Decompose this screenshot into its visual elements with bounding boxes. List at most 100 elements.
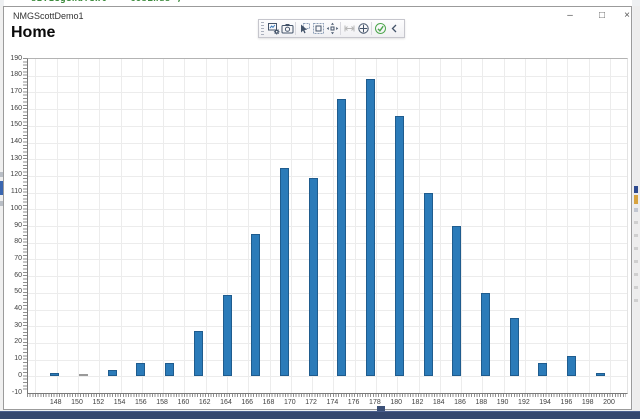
x-axis-tick-label: 194 bbox=[535, 399, 555, 406]
v-gridline bbox=[248, 59, 249, 393]
y-axis-tick-label: 150 bbox=[5, 121, 22, 128]
chart-toolbar bbox=[258, 19, 405, 38]
y-axis-tick-label: 50 bbox=[5, 288, 22, 295]
histogram-bar[interactable] bbox=[424, 193, 433, 377]
histogram-bar[interactable] bbox=[481, 293, 490, 377]
v-gridline bbox=[589, 59, 590, 393]
x-axis-tick-label: 190 bbox=[493, 399, 513, 406]
h-gridline bbox=[28, 176, 627, 177]
x-axis-tick-label: 196 bbox=[556, 399, 576, 406]
v-gridline bbox=[525, 59, 526, 393]
histogram-bar[interactable] bbox=[136, 363, 145, 376]
toolbar-separator bbox=[371, 22, 372, 35]
x-axis-tick-label: 174 bbox=[322, 399, 342, 406]
histogram-bar[interactable] bbox=[538, 363, 547, 376]
h-gridline bbox=[28, 226, 627, 227]
toolbar-grip-handle[interactable] bbox=[261, 22, 264, 35]
background-scroll-annotation bbox=[634, 195, 638, 204]
v-gridline bbox=[291, 59, 292, 393]
zoom-rectangle-icon[interactable] bbox=[311, 21, 325, 36]
toolbar-separator bbox=[295, 22, 296, 35]
background-scroll-annotation bbox=[634, 221, 638, 224]
v-gridline bbox=[99, 59, 100, 393]
v-gridline bbox=[35, 59, 36, 393]
v-gridline bbox=[121, 59, 122, 393]
x-axis-tick-label: 200 bbox=[599, 399, 619, 406]
close-button[interactable]: × bbox=[619, 9, 635, 23]
pan-icon[interactable] bbox=[325, 21, 339, 36]
h-gridline bbox=[28, 76, 627, 77]
y-axis-tick-label: 90 bbox=[5, 222, 22, 229]
background-scroll-annotation bbox=[634, 186, 638, 193]
histogram-bar[interactable] bbox=[309, 178, 318, 377]
x-axis-tick-label: 164 bbox=[216, 399, 236, 406]
h-gridline bbox=[28, 293, 627, 294]
x-axis-tick-label: 176 bbox=[344, 399, 364, 406]
collapse-chevron-icon[interactable] bbox=[387, 21, 401, 36]
h-gridline bbox=[28, 126, 627, 127]
v-gridline bbox=[355, 59, 356, 393]
window-title: NMGScottDemo1 bbox=[13, 11, 84, 21]
background-scroll-annotation bbox=[634, 299, 638, 302]
histogram-bar[interactable] bbox=[194, 331, 203, 376]
y-axis-tick-label: 30 bbox=[5, 322, 22, 329]
maximize-button[interactable]: □ bbox=[594, 9, 610, 23]
histogram-bar[interactable] bbox=[251, 234, 260, 376]
x-axis-tick-label: 166 bbox=[237, 399, 257, 406]
v-gridline bbox=[142, 59, 143, 393]
x-axis-tick-label: 150 bbox=[67, 399, 87, 406]
h-gridline bbox=[28, 343, 627, 344]
apply-check-icon[interactable] bbox=[373, 21, 387, 36]
v-gridline bbox=[184, 59, 185, 393]
v-gridline bbox=[504, 59, 505, 393]
zoom-fit-icon[interactable] bbox=[356, 21, 370, 36]
histogram-bar[interactable] bbox=[596, 373, 605, 376]
histogram-bar[interactable] bbox=[337, 99, 346, 376]
y-axis-tick-label: 60 bbox=[5, 272, 22, 279]
y-axis-tick-label: 40 bbox=[5, 305, 22, 312]
background-scroll-annotation bbox=[634, 260, 638, 263]
camera-icon[interactable] bbox=[280, 21, 294, 36]
x-axis-tick-label: 158 bbox=[152, 399, 172, 406]
v-gridline bbox=[206, 59, 207, 393]
histogram-bar[interactable] bbox=[50, 373, 59, 376]
x-axis-tick-label: 182 bbox=[408, 399, 428, 406]
code-line: s2.LegendText = "Cosinus"; bbox=[31, 0, 182, 4]
histogram-bar[interactable] bbox=[280, 168, 289, 377]
y-axis-tick-label: 120 bbox=[5, 171, 22, 178]
h-gridline bbox=[28, 193, 627, 194]
y-axis-tick-label: 70 bbox=[5, 255, 22, 262]
histogram-bar[interactable] bbox=[223, 295, 232, 377]
y-axis-tick-label: 180 bbox=[5, 71, 22, 78]
minimize-button[interactable]: – bbox=[562, 9, 578, 23]
h-gridline bbox=[28, 376, 627, 377]
background-scroll-annotation bbox=[634, 286, 638, 289]
histogram-bar[interactable] bbox=[108, 370, 117, 377]
y-axis-tick-label: 190 bbox=[5, 55, 22, 62]
x-axis-tick-label: 172 bbox=[301, 399, 321, 406]
histogram-bar[interactable] bbox=[510, 318, 519, 376]
v-gridline bbox=[376, 59, 377, 393]
h-gridline bbox=[28, 92, 627, 93]
y-axis-tick-label: 160 bbox=[5, 105, 22, 112]
x-axis-tick-label: 160 bbox=[173, 399, 193, 406]
histogram-bar[interactable] bbox=[452, 226, 461, 376]
histogram-bar[interactable] bbox=[395, 116, 404, 377]
v-gridline bbox=[57, 59, 58, 393]
page-title: Home bbox=[11, 24, 55, 42]
v-gridline bbox=[440, 59, 441, 393]
h-gridline bbox=[28, 360, 627, 361]
background-scroll-annotation bbox=[634, 273, 638, 276]
histogram-bar[interactable] bbox=[165, 363, 174, 376]
x-axis-tick-label: 192 bbox=[514, 399, 534, 406]
histogram-plot-area[interactable] bbox=[27, 58, 628, 394]
histogram-bar[interactable] bbox=[567, 356, 576, 376]
chart-options-icon[interactable] bbox=[266, 21, 280, 36]
y-axis-tick-label: 0 bbox=[5, 372, 22, 379]
histogram-bar[interactable] bbox=[79, 374, 88, 376]
y-axis-tick-label: -10 bbox=[5, 389, 22, 396]
x-axis-tick-label: 170 bbox=[280, 399, 300, 406]
pointer-select-icon[interactable] bbox=[297, 21, 311, 36]
histogram-bar[interactable] bbox=[366, 79, 375, 376]
x-axis-tick-label: 168 bbox=[259, 399, 279, 406]
